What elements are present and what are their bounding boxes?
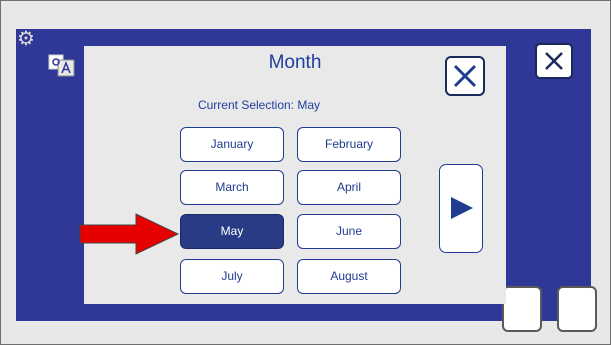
month-button-may[interactable]: May [180,214,284,249]
play-right-icon [451,197,473,219]
corner-button-right[interactable] [557,286,597,332]
month-button-april[interactable]: April [297,170,401,205]
dialog-close-button[interactable] [445,56,485,96]
corner-button-left[interactable] [502,286,542,332]
next-page-button[interactable] [439,164,483,253]
red-arrow-icon [79,213,180,255]
translate-icon[interactable] [48,51,76,77]
current-selection-label: Current Selection: May [197,98,321,112]
month-button-june[interactable]: June [297,214,401,249]
month-button-january[interactable]: January [180,127,284,162]
close-icon [545,52,563,70]
month-button-july[interactable]: July [180,259,284,294]
month-button-august[interactable]: August [297,259,401,294]
close-icon [453,64,477,88]
gear-icon[interactable]: ⚙ [15,28,37,50]
outer-close-button[interactable] [535,43,573,79]
month-button-march[interactable]: March [180,170,284,205]
dialog-title: Month [268,52,322,73]
month-button-february[interactable]: February [297,127,401,162]
